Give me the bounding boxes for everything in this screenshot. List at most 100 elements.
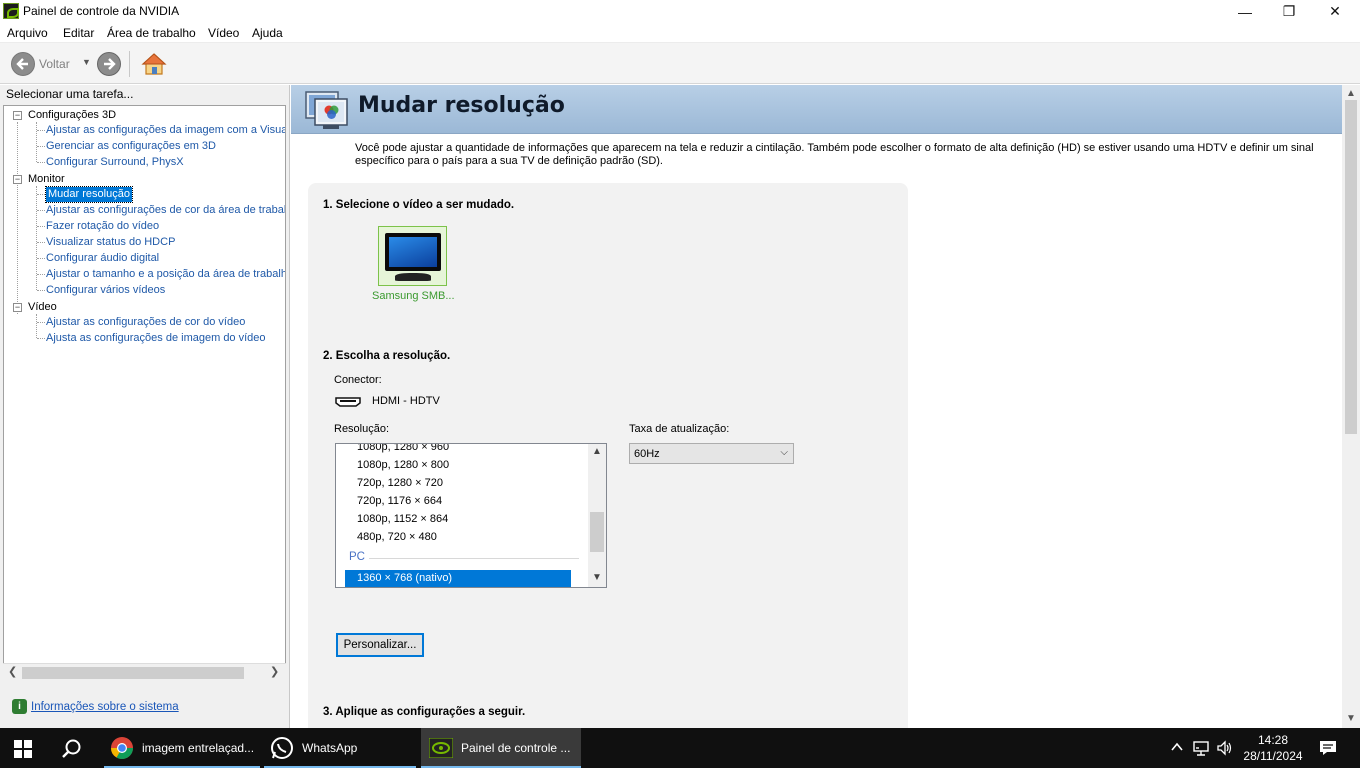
step3-heading: 3. Aplique as configurações a seguir. — [323, 706, 526, 718]
minimize-button[interactable]: — — [1222, 0, 1268, 23]
refresh-rate-value: 60Hz — [634, 448, 660, 460]
scroll-thumb[interactable] — [1345, 100, 1357, 434]
tree-item-hdcp-status[interactable]: Visualizar status do HDCP — [46, 235, 175, 250]
back-arrow-icon[interactable] — [11, 52, 35, 76]
network-icon[interactable] — [1192, 739, 1210, 760]
customize-button[interactable]: Personalizar... — [336, 633, 424, 657]
clock-date: 28/11/2024 — [1243, 749, 1303, 763]
menu-area-de-trabalho[interactable]: Área de trabalho — [107, 26, 196, 40]
close-button[interactable]: ✕ — [1312, 0, 1358, 23]
list-item[interactable]: 720p, 1176 × 664 — [357, 492, 442, 510]
tree-category-3d[interactable]: Configurações 3D — [28, 108, 116, 123]
menu-bar: Arquivo Editar Área de trabalho Vídeo Aj… — [0, 23, 1360, 43]
display-name[interactable]: Samsung SMB... — [372, 290, 455, 302]
notifications-icon[interactable] — [1319, 740, 1337, 759]
forward-arrow-icon[interactable] — [97, 52, 121, 76]
scroll-up-icon[interactable]: ▲ — [1346, 88, 1356, 99]
step1-heading: 1. Selecione o vídeo a ser mudado. — [323, 199, 515, 211]
list-group-header: PC — [349, 551, 365, 563]
system-info-link[interactable]: i Informações sobre o sistema — [12, 699, 179, 714]
resolution-label: Resolução: — [334, 423, 390, 435]
tree-item-surround-physx[interactable]: Configurar Surround, PhysX — [46, 155, 184, 170]
display-tile[interactable] — [378, 226, 447, 286]
refresh-rate-select[interactable]: 60Hz ⌵ — [629, 443, 794, 464]
list-item-selected[interactable]: 1360 × 768 (nativo) — [345, 570, 571, 587]
task-pane-title: Selecionar uma tarefa... — [6, 87, 134, 101]
scroll-up-icon[interactable]: ▲ — [592, 446, 602, 457]
refresh-rate-label: Taxa de atualização: — [629, 423, 730, 435]
content-pane: Mudar resolução Você pode ajustar a quan… — [291, 85, 1360, 728]
connector-value: HDMI - HDTV — [372, 395, 440, 407]
scroll-thumb[interactable] — [590, 512, 604, 552]
taskbar-app-nvidia[interactable]: Painel de controle ... — [421, 728, 581, 768]
tree-item-desktop-color[interactable]: Ajustar as configurações de cor da área … — [46, 203, 285, 218]
scroll-left-icon[interactable]: ❮ — [8, 665, 17, 678]
list-item[interactable]: 1080p, 1280 × 800 — [357, 456, 449, 474]
scroll-down-icon[interactable]: ▼ — [592, 572, 602, 583]
tree-item-digital-audio[interactable]: Configurar áudio digital — [46, 251, 159, 266]
connector-label: Conector: — [334, 374, 382, 386]
list-item[interactable]: 720p, 1280 × 720 — [357, 474, 443, 492]
taskbar-app-label: imagem entrelaçad... — [142, 741, 255, 755]
search-icon[interactable] — [61, 738, 83, 763]
taskbar-app-whatsapp[interactable]: WhatsApp — [264, 728, 416, 768]
step2-heading: 2. Escolha a resolução. — [323, 350, 451, 362]
chevron-down-icon: ⌵ — [780, 447, 788, 458]
menu-ajuda[interactable]: Ajuda — [252, 26, 283, 40]
whatsapp-icon — [271, 737, 293, 759]
show-hidden-icons[interactable] — [1170, 740, 1184, 757]
toolbar: Voltar ▼ — [0, 43, 1360, 84]
tree-item-change-resolution[interactable]: Mudar resolução — [45, 186, 133, 203]
collapse-toggle-icon[interactable]: − — [13, 175, 22, 184]
taskbar: imagem entrelaçad... WhatsApp Painel de … — [0, 728, 1360, 768]
task-pane: Selecionar uma tarefa... − Configurações… — [0, 85, 290, 728]
restore-button[interactable]: ❐ — [1266, 0, 1312, 23]
tree-item-rotate-display[interactable]: Fazer rotação do vídeo — [46, 219, 159, 234]
display-settings-icon — [303, 89, 349, 131]
content-vertical-scrollbar[interactable]: ▲ ▼ — [1342, 85, 1360, 728]
clock[interactable]: 14:28 28/11/2024 — [1243, 732, 1303, 764]
tree-category-monitor[interactable]: Monitor — [28, 172, 65, 187]
dropdown-icon[interactable]: ▼ — [82, 57, 91, 67]
tree-horizontal-scrollbar[interactable]: ❮ ❯ — [3, 663, 286, 681]
home-icon[interactable] — [141, 52, 167, 76]
clock-time: 14:28 — [1257, 733, 1289, 747]
windows-start-icon[interactable] — [14, 740, 32, 761]
tree-category-video[interactable]: Vídeo — [28, 300, 57, 315]
tree-item-video-image[interactable]: Ajusta as configurações de imagem do víd… — [46, 331, 266, 346]
toolbar-separator — [129, 51, 130, 77]
list-item[interactable]: 480p, 720 × 480 — [357, 528, 437, 546]
menu-arquivo[interactable]: Arquivo — [7, 26, 48, 40]
menu-editar[interactable]: Editar — [63, 26, 94, 40]
resolution-list[interactable]: 1080p, 1280 × 960 1080p, 1280 × 800 720p… — [335, 443, 607, 588]
tree-item-desktop-size[interactable]: Ajustar o tamanho e a posição da área de… — [46, 267, 285, 282]
collapse-toggle-icon[interactable]: − — [13, 111, 22, 120]
tree-item-video-color[interactable]: Ajustar as configurações de cor do vídeo — [46, 315, 245, 330]
volume-icon[interactable] — [1216, 739, 1234, 760]
nvidia-icon — [429, 738, 453, 758]
title-bar: Painel de controle da NVIDIA — ❐ ✕ — [0, 0, 1360, 23]
taskbar-app-chrome[interactable]: imagem entrelaçad... — [104, 728, 260, 768]
window-title: Painel de controle da NVIDIA — [23, 4, 180, 18]
task-tree: − Configurações 3D Ajustar as configuraç… — [3, 105, 286, 668]
info-icon: i — [12, 699, 27, 714]
collapse-toggle-icon[interactable]: − — [13, 303, 22, 312]
list-item[interactable]: 1080p, 1280 × 960 — [357, 444, 449, 456]
page-title: Mudar resolução — [358, 93, 565, 118]
back-label[interactable]: Voltar — [39, 57, 70, 71]
tree-item-multiple-displays[interactable]: Configurar vários vídeos — [46, 283, 165, 298]
scroll-down-icon[interactable]: ▼ — [1346, 713, 1356, 724]
tree-item-image-settings[interactable]: Ajustar as configurações da imagem com a… — [46, 123, 285, 138]
resolution-list-scrollbar[interactable]: ▲ ▼ — [588, 444, 606, 587]
list-item[interactable]: 1080p, 1152 × 864 — [357, 510, 448, 528]
scroll-thumb[interactable] — [22, 667, 244, 679]
monitor-icon — [385, 233, 441, 271]
hdmi-icon — [335, 396, 361, 410]
system-info-label[interactable]: Informações sobre o sistema — [31, 701, 179, 713]
page-description: Você pode ajustar a quantidade de inform… — [355, 142, 1314, 167]
taskbar-app-label: Painel de controle ... — [461, 741, 571, 755]
tree-item-manage-3d[interactable]: Gerenciar as configurações em 3D — [46, 139, 216, 154]
monitor-stand — [395, 273, 431, 281]
menu-video[interactable]: Vídeo — [208, 26, 239, 40]
scroll-right-icon[interactable]: ❯ — [270, 665, 279, 678]
